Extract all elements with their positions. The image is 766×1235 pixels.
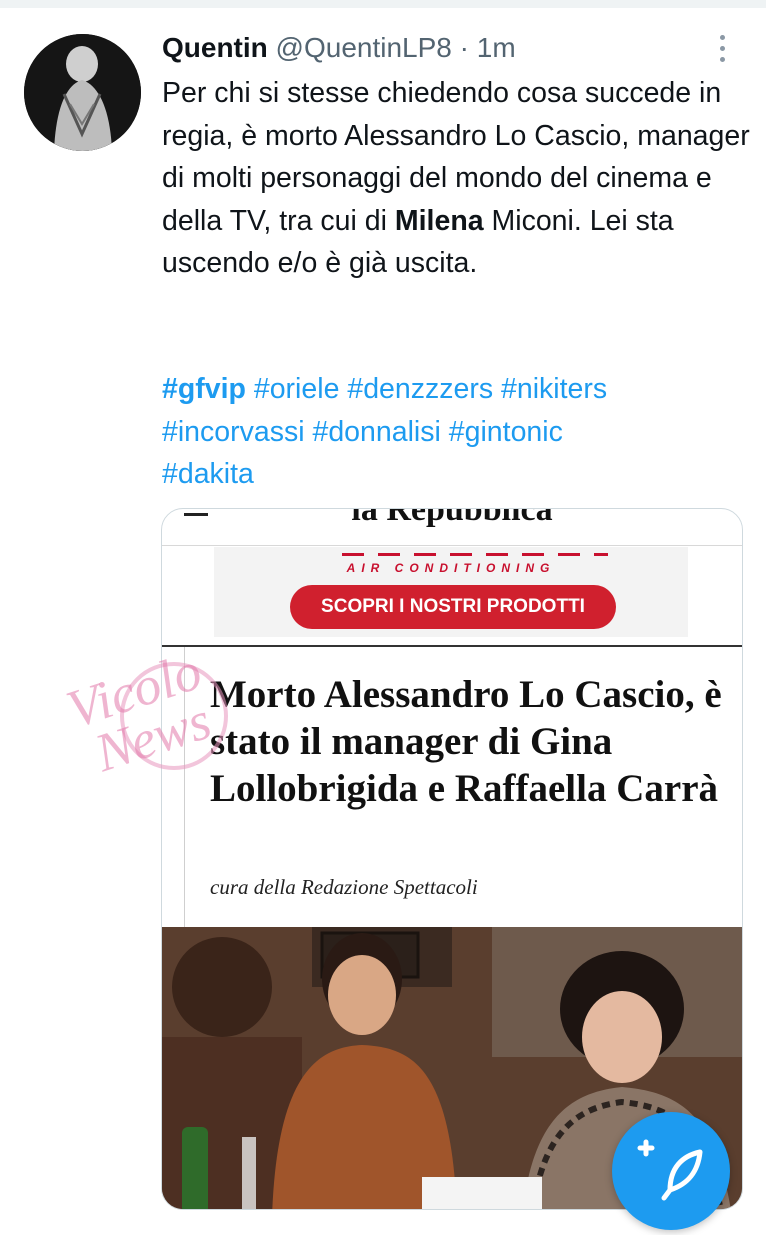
tweet-text-bold: Milena bbox=[394, 204, 484, 237]
compose-tweet-icon bbox=[637, 1139, 703, 1201]
hashtag-link[interactable]: #incorvassi bbox=[162, 416, 305, 448]
hashtag-link[interactable]: #nikiters bbox=[501, 373, 607, 405]
hashtag-list: #gfvip #oriele #denzzzers #nikiters #inc… bbox=[162, 368, 752, 496]
hashtag-link[interactable]: #oriele bbox=[254, 373, 340, 405]
media-card[interactable]: la Repubblica AIR CONDITIONING SCOPRI I … bbox=[161, 508, 743, 1210]
author-name[interactable]: Quentin bbox=[162, 32, 268, 63]
avatar-image-icon bbox=[24, 34, 141, 151]
avatar[interactable] bbox=[24, 34, 141, 151]
ad-brand: AIR CONDITIONING bbox=[346, 561, 556, 575]
article-byline: cura della Redazione Spettacoli bbox=[210, 875, 478, 899]
tweet-time[interactable]: 1m bbox=[477, 32, 516, 63]
top-divider bbox=[0, 0, 766, 8]
more-vertical-icon[interactable] bbox=[712, 32, 732, 64]
tweet-header: Quentin @QuentinLP8 · 1m bbox=[162, 30, 516, 66]
article-divider bbox=[162, 645, 742, 647]
watermark-circle bbox=[120, 662, 228, 770]
hashtag-link[interactable]: #denzzzers bbox=[347, 373, 493, 405]
hashtag-link[interactable]: #dakita bbox=[162, 458, 254, 490]
tweet-text: Per chi si stesse chiedendo cosa succede… bbox=[162, 72, 752, 285]
hashtag-link[interactable]: #donnalisi bbox=[312, 416, 440, 448]
ad-dashes bbox=[342, 553, 608, 556]
ad-banner[interactable]: AIR CONDITIONING SCOPRI I NOSTRI PRODOTT… bbox=[214, 547, 688, 637]
author-handle[interactable]: @QuentinLP8 bbox=[276, 32, 452, 63]
logo-divider bbox=[162, 545, 742, 546]
compose-tweet-button[interactable] bbox=[612, 1112, 730, 1230]
site-logo: la Repubblica bbox=[351, 508, 553, 528]
hashtag-link[interactable]: #gfvip bbox=[162, 373, 246, 405]
separator: · bbox=[451, 32, 477, 63]
ad-cta-button[interactable]: SCOPRI I NOSTRI PRODOTTI bbox=[290, 585, 616, 629]
hashtag-link[interactable]: #gintonic bbox=[449, 416, 563, 448]
article-headline: Morto Alessandro Lo Cascio, è stato il m… bbox=[210, 673, 722, 810]
